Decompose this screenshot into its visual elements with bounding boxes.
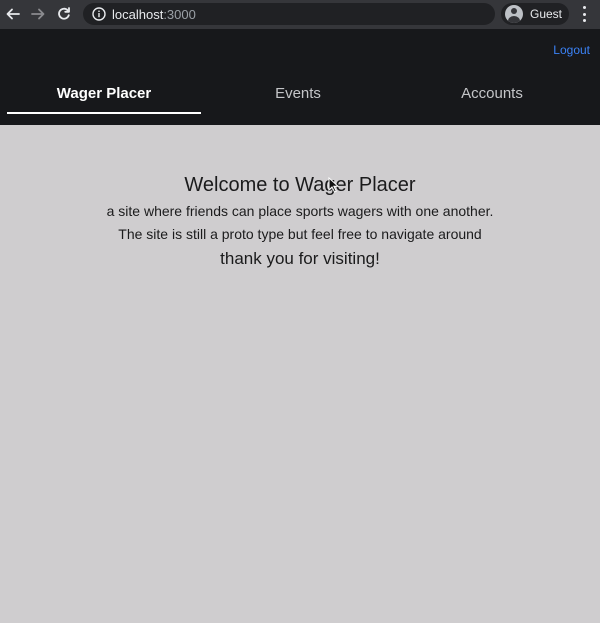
url-text[interactable]: localhost:3000 [112, 7, 196, 22]
app-header: Logout Wager Placer Events Accounts [0, 29, 600, 125]
browser-toolbar: localhost:3000 Guest [0, 0, 600, 29]
url-port: :3000 [163, 6, 196, 22]
more-menu-icon[interactable] [578, 6, 590, 22]
info-icon[interactable] [92, 7, 106, 21]
forward-button[interactable] [27, 3, 49, 25]
profile-name: Guest [530, 7, 563, 21]
tab-accounts[interactable]: Accounts [395, 73, 589, 114]
profile-button[interactable]: Guest [501, 3, 569, 25]
main-content: Welcome to Wager Placer a site where fri… [0, 125, 600, 623]
description-line-2: The site is still a proto type but feel … [118, 226, 482, 242]
back-arrow-icon [6, 8, 20, 20]
description-line-1: a site where friends can place sports wa… [106, 203, 494, 219]
logout-link[interactable]: Logout [553, 43, 590, 57]
back-button[interactable] [2, 3, 24, 25]
url-host: localhost [112, 6, 164, 22]
reload-icon [58, 7, 70, 20]
welcome-title: Welcome to Wager Placer [184, 174, 416, 196]
forward-arrow-icon [31, 8, 45, 20]
reload-button[interactable] [53, 3, 75, 25]
profile-avatar-icon [505, 5, 523, 23]
nav-tabs: Wager Placer Events Accounts [7, 73, 589, 114]
address-bar[interactable]: localhost:3000 [83, 3, 495, 25]
mouse-cursor-icon [328, 177, 340, 193]
tab-wager-placer[interactable]: Wager Placer [7, 73, 201, 114]
tab-events[interactable]: Events [201, 73, 395, 114]
thanks-message: thank you for visiting! [220, 249, 380, 268]
